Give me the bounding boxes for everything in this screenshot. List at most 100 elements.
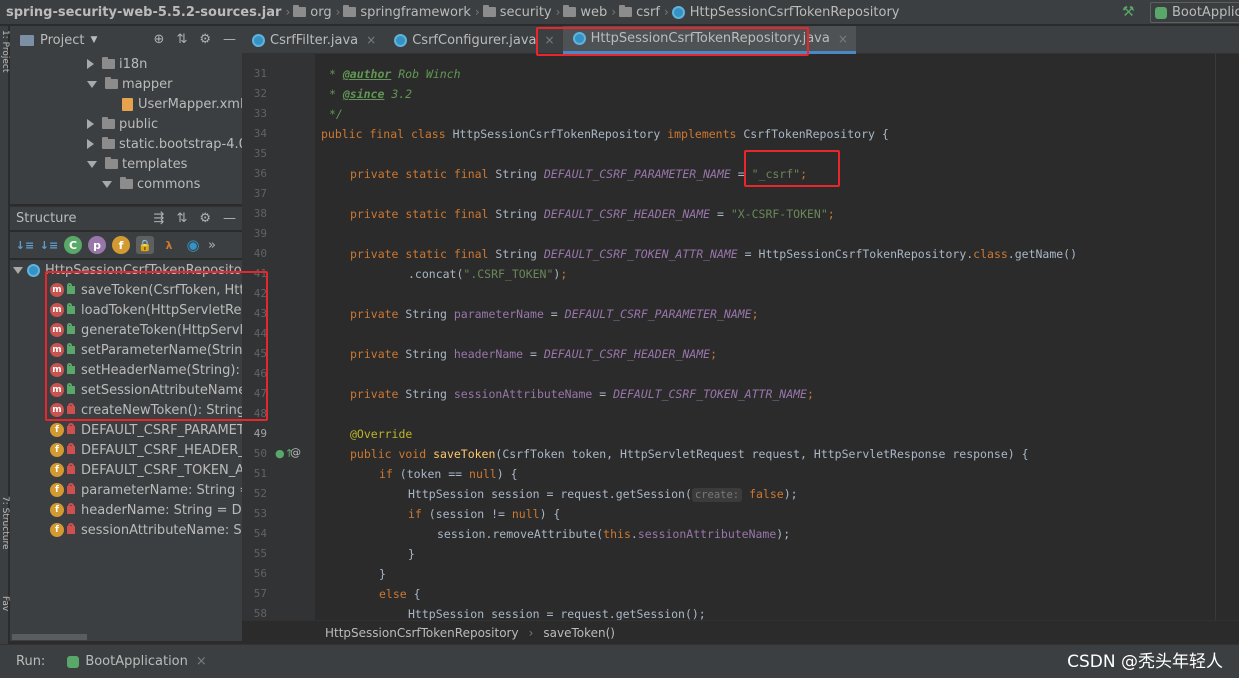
tree-item-static[interactable]: static.bootstrap-4.0.0 <box>87 134 242 154</box>
structure-field-item[interactable]: f parameterName: String = DEFAULT_CSRF_PA… <box>50 480 242 500</box>
public-visibility-icon <box>67 323 75 334</box>
tab-httpsessioncsrftokenrepository[interactable]: HttpSessionCsrfTokenRepository.java × <box>562 26 856 54</box>
autoscroll-icon[interactable]: ◉ <box>184 236 202 254</box>
structure-method-item[interactable]: m setSessionAttributeName(String): void <box>50 380 242 400</box>
tree-item-commons[interactable]: commons <box>102 174 200 194</box>
scrollbar-thumb[interactable] <box>12 634 87 640</box>
locate-icon[interactable]: ⊕ <box>154 32 165 47</box>
breadcrumb-security[interactable]: security <box>482 0 552 24</box>
close-icon[interactable]: × <box>545 33 555 47</box>
structure-method-item[interactable]: m saveToken(CsrfToken, HttpServletRequest… <box>50 280 242 300</box>
gear-icon[interactable]: ⚙ <box>199 32 211 47</box>
field-icon: f <box>50 503 64 517</box>
structure-method-item[interactable]: m setHeaderName(String): void <box>50 360 242 380</box>
close-icon[interactable]: × <box>838 32 848 46</box>
structure-field-item[interactable]: f headerName: String = DEFAULT_CSRF_HEADE… <box>50 500 242 520</box>
breadcrumb-org[interactable]: org <box>293 0 332 24</box>
chevron-down-icon[interactable] <box>102 180 112 188</box>
run-configuration-label: BootApplic <box>1172 5 1239 20</box>
constant-name: DEFAULT_CSRF_PARAMETER_NAME <box>543 167 731 181</box>
tab-csrfconfigurer[interactable]: CsrfConfigurer.java × <box>384 26 562 54</box>
chevron-down-icon[interactable] <box>87 160 97 168</box>
run-tool-window-bar: Run: BootApplication × CSDN @秃头年轻人 <box>0 644 1239 678</box>
breadcrumb-class[interactable]: HttpSessionCsrfTokenRepository <box>671 0 900 24</box>
code-line: session.removeAttribute(this.sessionAttr… <box>437 527 791 541</box>
breadcrumb-label: HttpSessionCsrfTokenRepository <box>689 4 900 20</box>
line-number: 46 <box>253 367 267 380</box>
structure-field-item[interactable]: f DEFAULT_CSRF_TOKEN_ATTR_NAME: String <box>50 460 242 480</box>
structure-field-item[interactable]: f DEFAULT_CSRF_PARAMETER_NAME: String <box>50 420 242 440</box>
tree-item-public[interactable]: public <box>87 114 158 134</box>
close-icon[interactable]: × <box>196 654 207 669</box>
structure-horizontal-scrollbar[interactable] <box>10 633 242 641</box>
breadcrumb-jar[interactable]: spring-security-web-5.5.2-sources.jar <box>0 0 281 24</box>
gear-icon[interactable]: ⚙ <box>199 211 211 226</box>
editor-breadcrumb-method[interactable]: saveToken() <box>543 626 615 640</box>
line-number: 56 <box>253 567 267 580</box>
breadcrumb-csrf[interactable]: csrf <box>619 0 660 24</box>
breadcrumb-springframework[interactable]: springframework <box>343 0 471 24</box>
chevron-right-icon[interactable] <box>87 139 94 149</box>
show-lambdas-icon[interactable]: λ <box>160 236 178 254</box>
chevron-down-icon[interactable] <box>87 80 97 88</box>
structure-root-label: HttpSessionCsrfTokenRepository <box>45 262 242 278</box>
minimize-icon[interactable]: — <box>223 211 236 226</box>
structure-method-item[interactable]: m loadToken(HttpServletRequest): CsrfToke… <box>50 300 242 320</box>
chevron-down-icon[interactable]: ▼ <box>90 35 97 45</box>
structure-method-item[interactable]: m createNewToken(): String <box>50 400 242 420</box>
code-line: public final class HttpSessionCsrfTokenR… <box>321 127 889 141</box>
editor-breadcrumb-class[interactable]: HttpSessionCsrfTokenRepository <box>325 626 519 640</box>
field-name: headerName <box>453 347 524 361</box>
private-lock-icon <box>67 503 75 514</box>
show-fields-icon[interactable]: f <box>112 236 130 254</box>
field-icon: f <box>50 423 64 437</box>
structure-field-item[interactable]: f DEFAULT_CSRF_HEADER_NAME: String <box>50 440 242 460</box>
spring-boot-icon <box>67 655 80 668</box>
more-icon[interactable]: » <box>208 238 216 253</box>
project-view-select[interactable]: Project <box>40 33 84 48</box>
structure-field-item[interactable]: f sessionAttributeName: String = DEFAULT_… <box>50 520 242 540</box>
chevron-right-icon[interactable] <box>87 59 94 69</box>
tab-csrffilter[interactable]: CsrfFilter.java × <box>242 26 384 54</box>
collapse-icon[interactable]: ⇅ <box>176 32 187 47</box>
folder-icon <box>619 5 633 17</box>
tab-label: HttpSessionCsrfTokenRepository.java <box>590 31 830 46</box>
class-icon <box>572 32 586 45</box>
code-line: private static final String DEFAULT_CSRF… <box>350 247 1078 261</box>
line-number: 52 <box>253 487 267 500</box>
show-properties-icon[interactable]: p <box>88 236 106 254</box>
chevron-right-icon[interactable] <box>87 119 94 129</box>
tree-item-mapper[interactable]: mapper <box>87 74 172 94</box>
show-non-public-icon[interactable]: 🔒 <box>136 236 154 254</box>
structure-method-label: loadToken(HttpServletRequest): CsrfToken <box>81 302 242 318</box>
tree-item-i18n[interactable]: i18n <box>87 54 147 74</box>
private-lock-icon <box>67 423 75 434</box>
structure-field-label: headerName: String = DEFAULT_CSRF_HEADER… <box>81 502 242 518</box>
minimize-icon[interactable]: — <box>223 32 236 47</box>
collapse-icon[interactable]: ⇅ <box>176 211 187 226</box>
structure-tool-window-button[interactable]: 7: Structure <box>0 496 10 586</box>
annotation: @Override <box>350 427 413 441</box>
structure-method-item[interactable]: m setParameterName(String): void <box>50 340 242 360</box>
tree-item-templates[interactable]: templates <box>87 154 187 174</box>
annotation-marker-icon[interactable]: @ <box>290 446 301 459</box>
structure-method-item[interactable]: m generateToken(HttpServletRequest): Csrf… <box>50 320 242 340</box>
expand-all-icon[interactable]: ⇶ <box>154 211 165 226</box>
project-tool-window-button[interactable]: 1: Project <box>0 30 10 94</box>
private-lock-icon <box>67 523 75 534</box>
code-editor[interactable]: * @author Rob Winch * @since 3.2 */ publ… <box>315 54 1239 620</box>
breadcrumb-web[interactable]: web <box>563 0 607 24</box>
close-icon[interactable]: × <box>366 33 376 47</box>
sort-alphabetically-icon[interactable]: ↓≡ <box>40 236 58 254</box>
method-icon: m <box>50 363 64 377</box>
build-hammer-icon[interactable]: ⚒ <box>1122 4 1135 20</box>
sort-by-visibility-icon[interactable]: ↓≡ <box>16 236 34 254</box>
run-configuration-select[interactable]: BootApplic <box>1150 2 1239 23</box>
breadcrumb-label: org <box>310 4 332 20</box>
chevron-down-icon[interactable] <box>13 266 23 274</box>
structure-root-class[interactable]: HttpSessionCsrfTokenRepository <box>13 260 242 280</box>
favorites-tool-window-button[interactable]: Fav <box>0 596 10 636</box>
tree-item-usermapper-xml[interactable]: UserMapper.xml <box>122 94 242 114</box>
show-inherited-icon[interactable]: C <box>64 236 82 254</box>
run-tab-bootapplication[interactable]: BootApplication × <box>67 654 207 669</box>
